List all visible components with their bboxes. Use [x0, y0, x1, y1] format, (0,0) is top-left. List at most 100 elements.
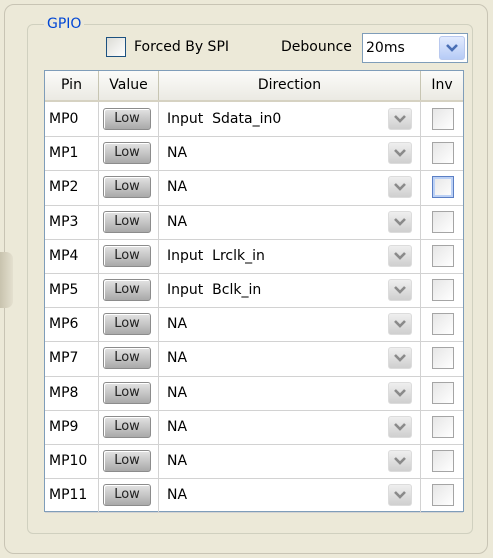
pin-cell: MP5: [45, 273, 99, 308]
chevron-down-icon: [394, 115, 406, 123]
inv-checkbox[interactable]: [432, 415, 454, 438]
direction-cell[interactable]: NA: [159, 478, 421, 513]
chevron-down-icon: [394, 320, 406, 329]
value-toggle-button[interactable]: Low: [103, 381, 151, 404]
pin-cell: MP7: [45, 341, 99, 376]
table-row: MP1 Low NA: [45, 136, 463, 172]
direction-cell[interactable]: NA: [159, 375, 421, 410]
direction-dropdown-button[interactable]: [388, 313, 412, 336]
direction-dropdown-button[interactable]: [388, 484, 412, 507]
pin-cell: MP0: [45, 102, 99, 137]
value-toggle-button[interactable]: Low: [103, 313, 151, 336]
value-toggle-button[interactable]: Low: [103, 108, 151, 130]
pin-name: MP6: [49, 316, 79, 333]
inv-checkbox[interactable]: [432, 381, 454, 404]
value-cell: Low: [99, 409, 159, 444]
value-toggle-button[interactable]: Low: [103, 484, 151, 507]
direction-cell[interactable]: Input Lrclk_in: [159, 238, 421, 273]
value-toggle-button[interactable]: Low: [103, 244, 151, 267]
debounce-dropdown-button[interactable]: [439, 36, 465, 60]
pin-name: MP4: [49, 247, 79, 264]
gpio-table: Pin Value Direction Inv MP0 Low Input Sdat…: [44, 70, 464, 514]
chevron-down-icon: [394, 251, 406, 260]
header-inv: Inv: [431, 77, 453, 93]
direction-dropdown-button[interactable]: [388, 415, 412, 438]
direction-cell[interactable]: NA: [159, 204, 421, 239]
inv-cell: [421, 376, 463, 410]
direction-cell[interactable]: NA: [159, 170, 421, 205]
inv-cell: [421, 136, 463, 170]
header-direction: Direction: [159, 71, 421, 100]
inv-checkbox[interactable]: [432, 210, 454, 233]
direction-cell[interactable]: Input Sdata_in0: [159, 102, 421, 137]
inv-checkbox[interactable]: [432, 108, 454, 130]
table-header-row: Pin Value Direction Inv: [45, 71, 463, 102]
direction-cell[interactable]: Input Bclk_in: [159, 273, 421, 308]
pin-cell: MP3: [45, 204, 99, 239]
header-value: Value: [99, 71, 159, 100]
header-pin: Pin: [45, 71, 99, 100]
value-toggle-button[interactable]: Low: [103, 450, 151, 472]
chevron-down-icon: [394, 491, 406, 500]
direction-value: Input Sdata_in0: [167, 111, 282, 127]
direction-value: Input Lrclk_in: [167, 247, 265, 264]
table-row: MP8 Low NA: [45, 375, 463, 411]
table-row: MP3 Low NA: [45, 204, 463, 240]
pin-name: MP5: [49, 282, 79, 298]
pin-cell: MP2: [45, 170, 99, 205]
direction-value: NA: [167, 350, 188, 367]
pin-cell: MP1: [45, 136, 99, 171]
inv-cell: [421, 307, 463, 341]
value-toggle-button[interactable]: Low: [103, 415, 151, 438]
chevron-down-icon: [394, 149, 406, 158]
inv-checkbox[interactable]: [432, 244, 454, 267]
direction-dropdown-button[interactable]: [388, 347, 412, 370]
direction-dropdown-button[interactable]: [388, 244, 412, 267]
value-toggle-button[interactable]: Low: [103, 142, 151, 165]
direction-dropdown-button[interactable]: [388, 450, 412, 472]
direction-dropdown-button[interactable]: [388, 279, 412, 301]
direction-value: NA: [167, 316, 188, 333]
panel-side-grip[interactable]: [0, 252, 13, 308]
chevron-down-icon: [394, 388, 406, 397]
value-cell: Low: [99, 273, 159, 308]
direction-cell[interactable]: NA: [159, 341, 421, 376]
chevron-down-icon: [446, 44, 458, 52]
inv-checkbox[interactable]: [432, 279, 454, 301]
direction-dropdown-button[interactable]: [388, 108, 412, 130]
inv-cell: [421, 205, 463, 239]
direction-cell[interactable]: NA: [159, 409, 421, 444]
value-toggle-button[interactable]: Low: [103, 347, 151, 370]
table-row: MP5 Low Input Bclk_in: [45, 273, 463, 309]
chevron-down-icon: [394, 286, 406, 294]
direction-cell[interactable]: NA: [159, 136, 421, 171]
value-toggle-button[interactable]: Low: [103, 279, 151, 301]
pin-name: MP7: [49, 350, 79, 367]
value-toggle-button[interactable]: Low: [103, 176, 151, 199]
direction-dropdown-button[interactable]: [388, 176, 412, 199]
pin-cell: MP9: [45, 409, 99, 444]
inv-checkbox[interactable]: [432, 347, 454, 370]
value-cell: Low: [99, 375, 159, 410]
direction-value: NA: [167, 145, 188, 162]
direction-dropdown-button[interactable]: [388, 381, 412, 404]
value-toggle-button[interactable]: Low: [103, 210, 151, 233]
inv-checkbox[interactable]: [432, 313, 454, 336]
value-cell: Low: [99, 136, 159, 171]
forced-by-spi-checkbox[interactable]: [106, 37, 126, 57]
inv-checkbox[interactable]: [432, 450, 454, 472]
direction-cell[interactable]: NA: [159, 444, 421, 479]
inv-cell: [421, 410, 463, 444]
direction-value: NA: [167, 487, 188, 504]
pin-name: MP2: [49, 179, 79, 196]
inv-cell: [421, 478, 463, 512]
debounce-select[interactable]: 20ms: [362, 33, 468, 63]
pin-name: MP11: [49, 487, 88, 504]
direction-dropdown-button[interactable]: [388, 210, 412, 233]
gpio-group-title: GPIO: [44, 15, 85, 33]
direction-cell[interactable]: NA: [159, 307, 421, 342]
inv-checkbox[interactable]: [432, 484, 454, 507]
direction-dropdown-button[interactable]: [388, 142, 412, 165]
inv-checkbox[interactable]: [432, 176, 454, 199]
inv-checkbox[interactable]: [432, 142, 454, 165]
